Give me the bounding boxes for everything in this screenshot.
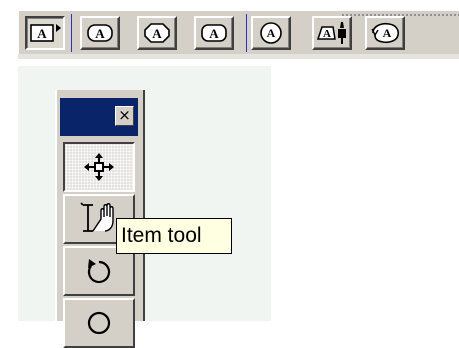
- text-style-toolbar: A A A A A A A: [18, 10, 459, 55]
- hand-pointer-icon: [80, 202, 114, 232]
- text-style-rounded-alt-button[interactable]: A: [194, 16, 234, 50]
- svg-text:A: A: [95, 26, 105, 41]
- next-tool-button[interactable]: [63, 298, 135, 348]
- toolbar-divider: [71, 14, 72, 52]
- tool-palette: ×: [55, 90, 145, 348]
- letter-a-octagon-icon: A: [144, 23, 170, 43]
- svg-text:A: A: [267, 26, 276, 40]
- letter-a-box-icon: A: [30, 24, 61, 42]
- toolbar-divider: [246, 14, 247, 52]
- text-style-plain-button[interactable]: A: [25, 16, 65, 50]
- text-style-swirl-button[interactable]: A: [365, 16, 405, 50]
- text-style-circle-button[interactable]: A: [251, 16, 291, 50]
- svg-text:A: A: [152, 26, 162, 41]
- svg-text:A: A: [209, 26, 219, 41]
- letter-a-rounded-icon: A: [87, 24, 113, 42]
- svg-text:A: A: [383, 26, 392, 40]
- letter-a-pin-icon: A: [316, 22, 346, 44]
- letter-a-swirl-icon: A: [371, 22, 400, 44]
- palette-titlebar[interactable]: ×: [60, 98, 138, 136]
- svg-text:A: A: [37, 26, 47, 41]
- text-style-octagon-button[interactable]: A: [137, 16, 177, 50]
- close-button[interactable]: ×: [115, 106, 134, 126]
- rotate-icon: [87, 259, 111, 284]
- letter-a-circle-icon: A: [260, 22, 282, 44]
- item-tool-tooltip: Item tool: [116, 218, 232, 254]
- text-style-rounded-button[interactable]: A: [80, 16, 120, 50]
- close-icon: ×: [118, 106, 131, 124]
- circle-icon: [87, 311, 111, 335]
- toolbar-bottom-edge: [18, 54, 459, 59]
- text-style-pin-button[interactable]: A: [312, 16, 352, 50]
- four-arrow-move-icon: [84, 153, 114, 181]
- letter-a-rounded-icon: A: [201, 24, 227, 42]
- move-tool-button[interactable]: [63, 142, 135, 192]
- svg-text:A: A: [323, 28, 331, 40]
